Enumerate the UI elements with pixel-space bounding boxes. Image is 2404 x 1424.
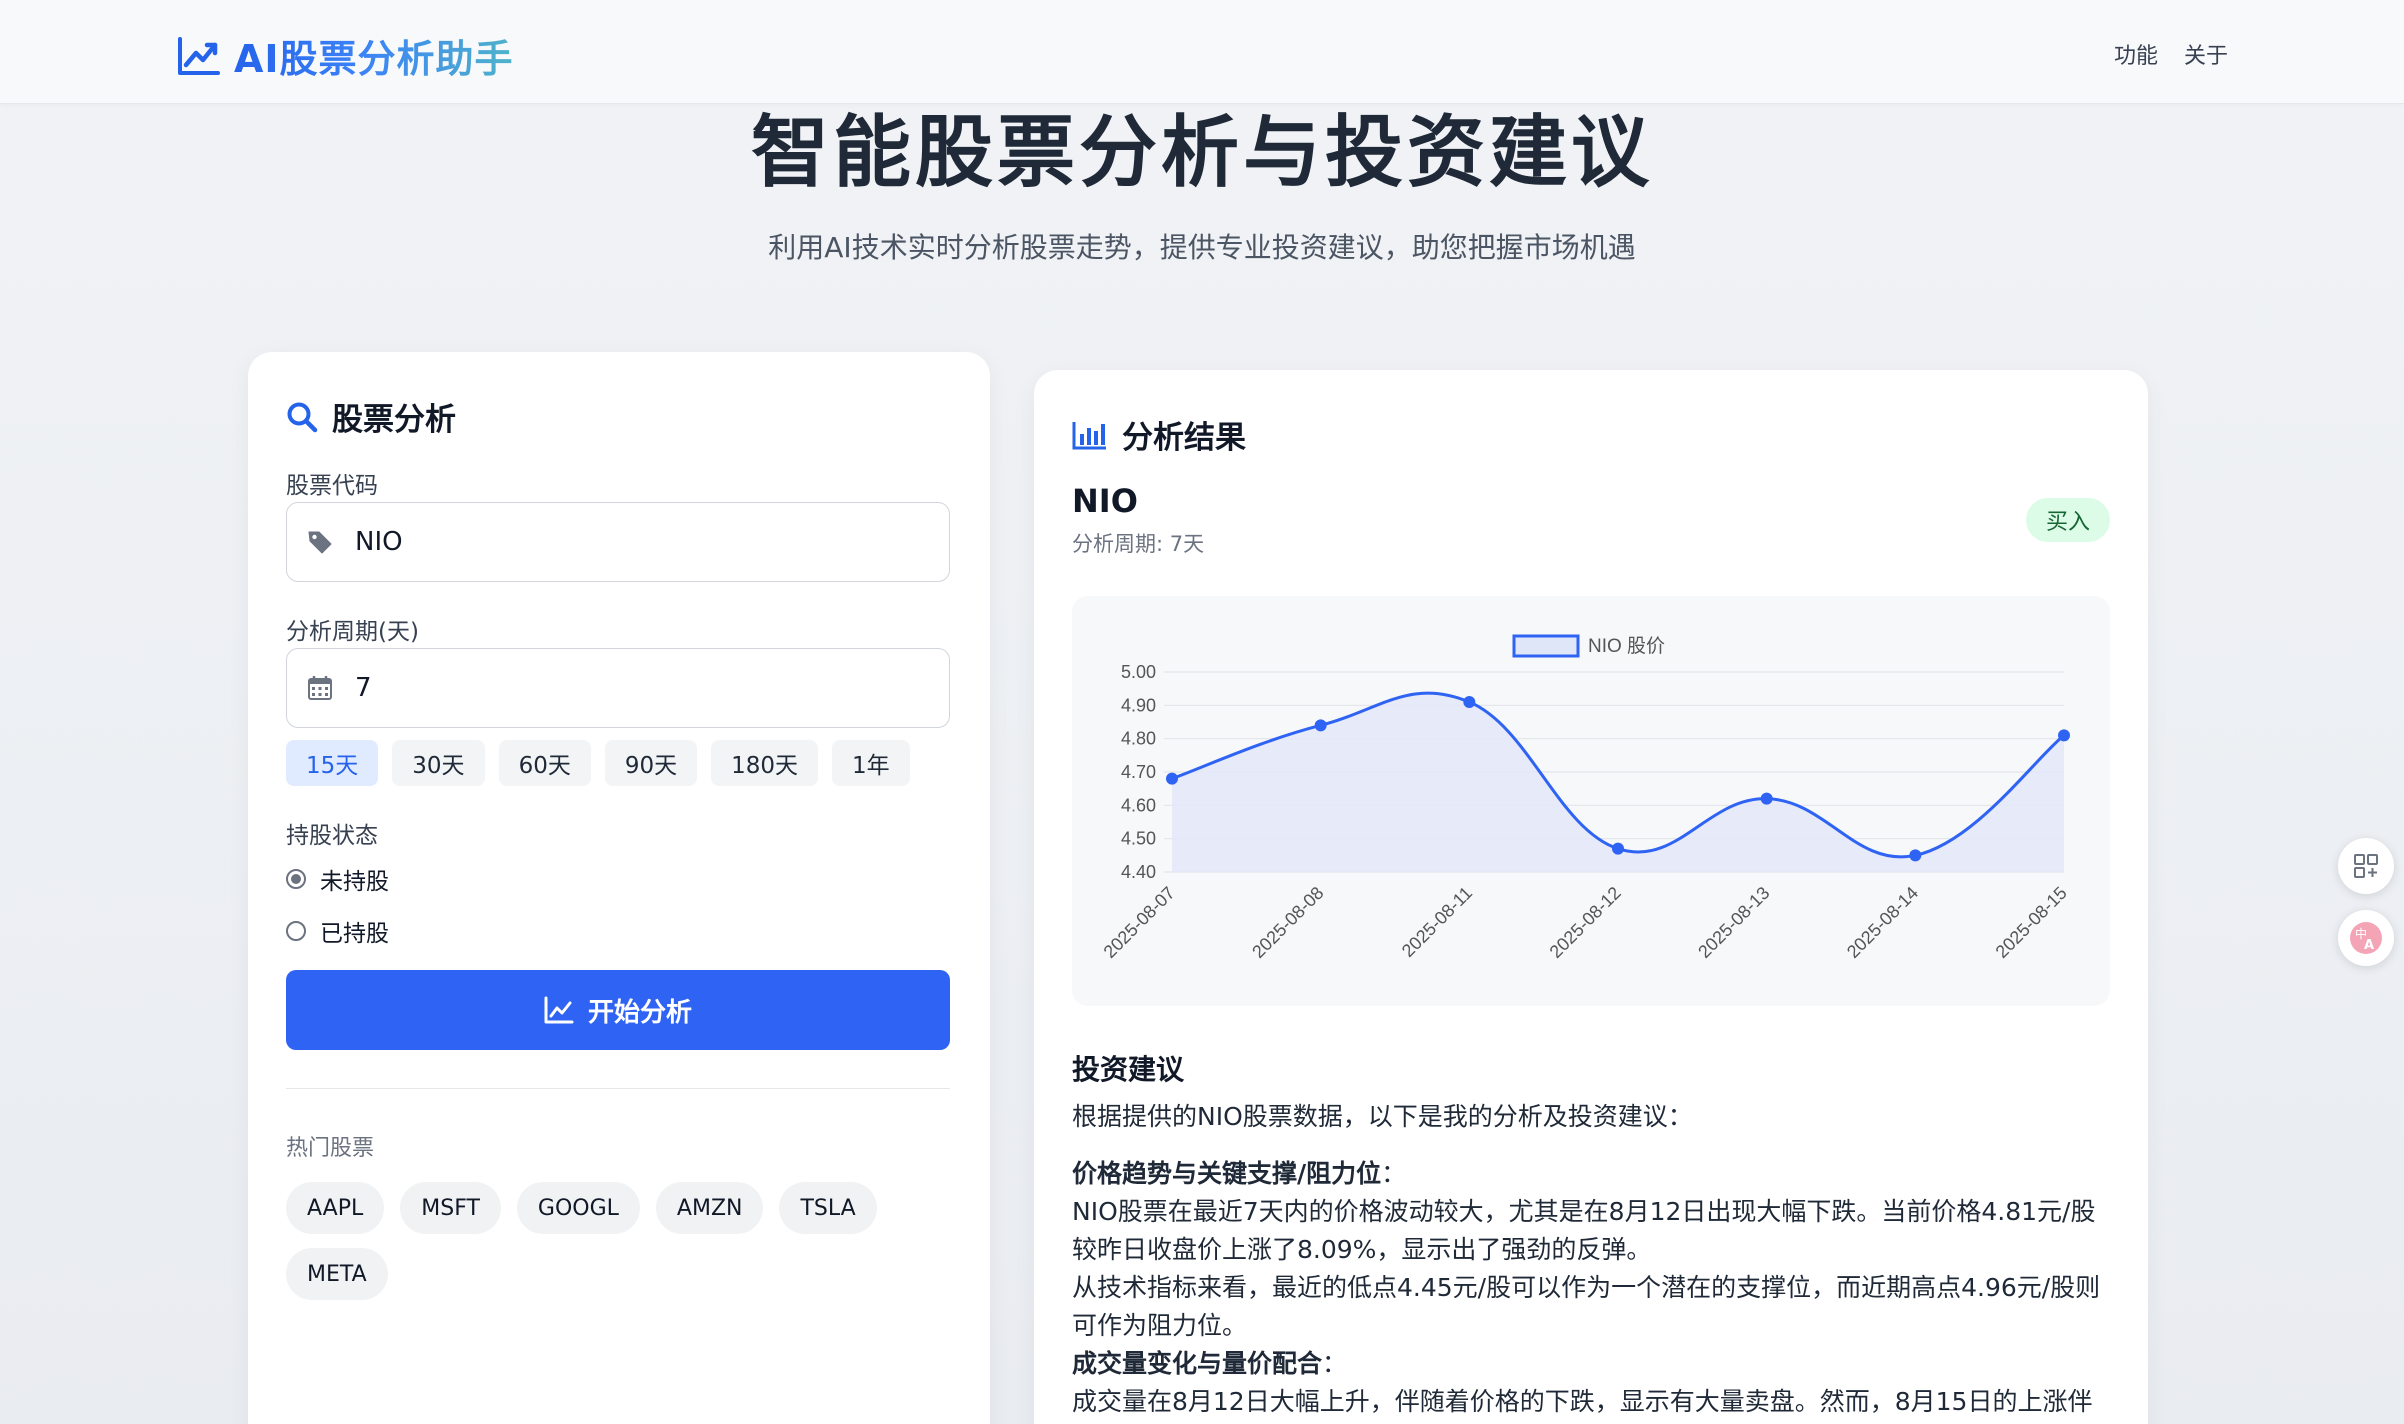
data-point[interactable]	[1612, 842, 1624, 855]
y-tick-label: 5.00	[1121, 662, 1156, 682]
data-point[interactable]	[1314, 719, 1327, 732]
data-point[interactable]	[1166, 772, 1178, 785]
start-analysis-label: 开始分析	[587, 997, 692, 1028]
data-point[interactable]	[1463, 696, 1476, 708]
y-tick-label: 4.60	[1121, 795, 1156, 815]
period-input[interactable]: 7	[286, 648, 950, 728]
chart-line-icon	[544, 996, 574, 1024]
advice-paragraph: NIO股票在最近7天内的价格波动较大，尤其是在8月12日出现大幅下跌。当前价格4…	[1072, 1197, 2096, 1264]
period-option-60d[interactable]: 60天	[498, 740, 591, 786]
section-heading-colon: ：	[1381, 1159, 1407, 1188]
recommendation-badge: 买入	[2025, 498, 2110, 542]
hot-stock-amzn[interactable]: AMZN	[655, 1182, 764, 1234]
search-icon	[287, 402, 318, 432]
bar-chart-icon	[1072, 421, 1106, 449]
y-tick-label: 4.40	[1121, 862, 1156, 882]
radio-holding-label: 已持股	[320, 921, 389, 947]
navbar: AI股票分析助手 功能 关于	[0, 0, 2404, 104]
advice-section-heading: 成交量变化与量价配合：	[1072, 1345, 2112, 1383]
x-tick-label: 2025-08-08	[1248, 883, 1327, 962]
data-point[interactable]	[1909, 849, 1922, 862]
advice-section-price: 价格趋势与关键支撑/阻力位： NIO股票在最近7天内的价格波动较大，尤其是在8月…	[1072, 1155, 2112, 1421]
x-tick-label: 2025-08-14	[1843, 883, 1922, 962]
period-option-1y[interactable]: 1年	[832, 740, 910, 786]
radio-holding[interactable]: 已持股	[286, 914, 389, 948]
nav-links: 功能 关于	[2114, 38, 2228, 70]
brand-logo[interactable]: AI股票分析助手	[176, 28, 514, 83]
brand-name: AI股票分析助手	[234, 28, 514, 83]
hot-stocks-list: AAPL MSFT GOOGL AMZN TSLA META	[286, 1182, 950, 1300]
stock-code-input[interactable]: NIO	[286, 502, 950, 582]
section-heading-text: 价格趋势与关键支撑/阻力位	[1072, 1159, 1382, 1188]
advice-intro: 根据提供的NIO股票数据，以下是我的分析及投资建议：	[1072, 1102, 1693, 1131]
price-chart: 5.00 4.90 4.80 4.70 4.60 4.50 4.40 2025-08-07 2…	[1072, 596, 2110, 1006]
radio-not-holding[interactable]: 未持股	[286, 862, 389, 896]
calendar-icon	[308, 676, 332, 700]
translate-button[interactable]: 中 A	[2338, 910, 2394, 966]
result-title-text: 分析结果	[1122, 420, 1246, 456]
radio-not-holding-label: 未持股	[320, 869, 389, 895]
y-tick-label: 4.80	[1121, 729, 1156, 749]
x-tick-label: 2025-08-11	[1398, 883, 1476, 961]
hero-subtitle: 利用AI技术实时分析股票走势，提供专业投资建议，助您把握市场机遇	[768, 231, 1636, 264]
legend-label: NIO 股价	[1588, 636, 1665, 657]
divider	[286, 1088, 950, 1089]
y-tick-label: 4.70	[1121, 762, 1156, 782]
hot-stock-aapl[interactable]: AAPL	[286, 1182, 385, 1234]
y-tick-label: 4.50	[1121, 829, 1156, 849]
hot-stock-tsla[interactable]: TSLA	[779, 1182, 877, 1234]
stock-code-value: NIO	[355, 527, 403, 557]
analysis-result-card: 分析结果 NIO 分析周期: 7天 买入 5.00 4.90 4.80 4.70 4.6…	[1034, 370, 2148, 1424]
data-point[interactable]	[2058, 729, 2070, 742]
advice-paragraph: 从技术指标来看，最近的低点4.45元/股可以作为一个潜在的支撑位，而近期高点4.…	[1072, 1273, 2101, 1340]
holding-status-label: 持股状态	[286, 823, 378, 849]
y-tick-label: 4.90	[1121, 695, 1156, 715]
period-option-30d[interactable]: 30天	[392, 740, 485, 786]
period-label: 分析周期(天)	[286, 619, 419, 645]
hero-title: 智能股票分析与投资建议	[750, 108, 1653, 198]
radio-button[interactable]	[286, 921, 306, 941]
section-heading-text: 成交量变化与量价配合	[1072, 1349, 1323, 1378]
stock-analysis-card: 股票分析 股票代码 NIO 分析周期(天) 7 15天 30天 60天 90天 …	[248, 352, 990, 1424]
hot-stock-meta[interactable]: META	[286, 1248, 388, 1300]
result-title: 分析结果	[1072, 412, 1246, 457]
period-option-90d[interactable]: 90天	[604, 740, 698, 786]
form-title-text: 股票分析	[332, 402, 456, 438]
period-option-15d[interactable]: 15天	[286, 740, 379, 786]
period-value: 7	[355, 673, 372, 703]
translate-icon: 中 A	[2350, 922, 2382, 954]
price-line-chart: 5.00 4.90 4.80 4.70 4.60 4.50 4.40 2025-08-07 2…	[1100, 634, 2071, 962]
nav-link-features[interactable]: 功能	[2114, 38, 2158, 70]
nav-link-about[interactable]: 关于	[2184, 38, 2228, 70]
result-ticker: NIO	[1072, 482, 1138, 520]
legend-swatch[interactable]	[1512, 634, 1580, 658]
svg-text:A: A	[2364, 938, 2374, 953]
x-tick-label: 2025-08-07	[1100, 883, 1179, 962]
form-title: 股票分析	[286, 394, 456, 439]
stock-code-label: 股票代码	[286, 473, 378, 499]
result-period: 分析周期: 7天	[1072, 532, 1205, 556]
trending-up-icon	[178, 36, 220, 75]
start-analysis-button[interactable]: 开始分析	[286, 970, 950, 1050]
hot-stock-googl[interactable]: GOOGL	[516, 1182, 640, 1234]
x-tick-label: 2025-08-12	[1546, 883, 1625, 962]
period-quick-options: 15天 30天 60天 90天 180天 1年	[286, 740, 910, 786]
period-option-180d[interactable]: 180天	[711, 740, 819, 786]
x-tick-label: 2025-08-15	[1992, 883, 2071, 962]
hot-stock-msft[interactable]: MSFT	[400, 1182, 501, 1234]
x-tick-label: 2025-08-13	[1694, 883, 1773, 962]
hot-stocks-label: 热门股票	[286, 1136, 375, 1161]
radio-button-checked[interactable]	[286, 869, 306, 889]
data-point[interactable]	[1760, 792, 1773, 805]
advice-content: 根据提供的NIO股票数据，以下是我的分析及投资建议： 价格趋势与关键支撑/阻力位…	[1072, 1098, 2112, 1421]
advice-section-heading: 价格趋势与关键支撑/阻力位：	[1072, 1155, 2112, 1193]
tag-icon	[308, 531, 332, 554]
qr-scan-button[interactable]	[2338, 838, 2394, 894]
advice-title: 投资建议	[1072, 1053, 1185, 1086]
advice-paragraph: 成交量在8月12日大幅上升，伴随着价格的下跌，显示有大量卖盘。然而，8月15日的…	[1072, 1387, 2093, 1416]
qr-code-icon	[2354, 854, 2378, 878]
section-heading-colon: ：	[1322, 1349, 1348, 1378]
